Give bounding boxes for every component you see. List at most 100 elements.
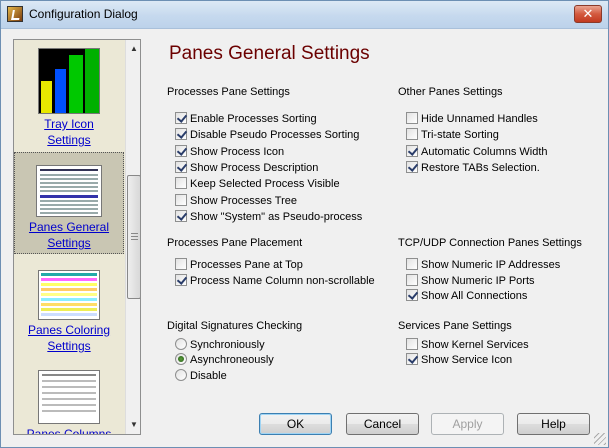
nav-item-label: Panes Coloring (27, 323, 111, 337)
tri-state-sorting-checkbox[interactable]: Tri-state Sorting (406, 128, 499, 143)
automatic-columns-width-checkbox[interactable]: Automatic Columns Width (406, 145, 548, 160)
checkbox-checked-icon[interactable] (406, 353, 418, 365)
nav-item-panes-coloring-settings[interactable]: Panes Coloring Settings (14, 270, 124, 354)
scrollbar-thumb[interactable] (127, 175, 140, 299)
option-label: Process Name Column non-scrollable (190, 275, 375, 287)
panes-coloring-preview-icon (38, 270, 100, 320)
nav-item-label: Settings (47, 236, 91, 250)
option-label: Tri-state Sorting (421, 129, 499, 141)
configuration-dialog-window: Configuration Dialog ✕ Tray Icon Setting… (0, 0, 609, 448)
settings-content: Panes General Settings Processes Pane Se… (151, 31, 606, 411)
panes-columns-preview-icon (38, 370, 100, 424)
close-button[interactable]: ✕ (574, 5, 602, 23)
synchroniously-radio[interactable]: Synchroniously (175, 338, 265, 353)
option-label: Show Processes Tree (190, 195, 297, 207)
option-label: Keep Selected Process Visible (190, 178, 340, 190)
scroll-up-arrow-icon[interactable]: ▲ (127, 41, 140, 57)
option-label: Restore TABs Selection. (421, 162, 540, 174)
checkbox-checked-icon[interactable] (406, 161, 418, 173)
option-label: Asynchroneously (190, 354, 274, 366)
checkbox-checked-icon[interactable] (175, 128, 187, 140)
option-label: Synchroniously (190, 339, 265, 351)
keep-selected-process-visible-checkbox[interactable]: Keep Selected Process Visible (175, 177, 340, 192)
services-pane-settings-title: Services Pane Settings (398, 320, 512, 332)
checkbox-unchecked-icon[interactable] (406, 258, 418, 270)
show-numeric-ip-ports-checkbox[interactable]: Show Numeric IP Ports (406, 274, 535, 289)
scroll-down-arrow-icon[interactable]: ▼ (127, 417, 140, 433)
resize-grip-icon[interactable] (594, 433, 606, 445)
radio-unselected-icon[interactable] (175, 369, 187, 381)
checkbox-unchecked-icon[interactable] (406, 338, 418, 350)
show-processes-tree-checkbox[interactable]: Show Processes Tree (175, 194, 297, 209)
nav-item-panes-columns-settings[interactable]: Panes Columns (14, 370, 124, 435)
nav-item-panes-general-settings[interactable]: Panes General Settings (14, 152, 124, 254)
option-label: Show "System" as Pseudo-process (190, 211, 363, 223)
asynchroneously-radio[interactable]: Asynchroneously (175, 353, 274, 368)
panes-general-preview-icon (36, 165, 102, 217)
close-icon: ✕ (582, 6, 594, 21)
title-bar[interactable]: Configuration Dialog ✕ (1, 1, 608, 29)
checkbox-checked-icon[interactable] (175, 145, 187, 157)
show-system-as-pseudo-process-checkbox[interactable]: Show "System" as Pseudo-process (175, 210, 362, 225)
checkbox-unchecked-icon[interactable] (175, 194, 187, 206)
help-button[interactable]: Help (517, 413, 590, 435)
show-numeric-ip-addresses-checkbox[interactable]: Show Numeric IP Addresses (406, 258, 560, 273)
checkbox-checked-icon[interactable] (175, 161, 187, 173)
option-label: Hide Unnamed Handles (421, 113, 538, 125)
nav-item-tray-icon-settings[interactable]: Tray Icon Settings (14, 48, 124, 148)
checkbox-unchecked-icon[interactable] (175, 258, 187, 270)
checkbox-unchecked-icon[interactable] (406, 128, 418, 140)
show-process-description-checkbox[interactable]: Show Process Description (175, 161, 318, 176)
radio-unselected-icon[interactable] (175, 338, 187, 350)
checkbox-checked-icon[interactable] (406, 145, 418, 157)
processes-pane-at-top-checkbox[interactable]: Processes Pane at Top (175, 258, 303, 273)
process-name-column-non-scrollable-checkbox[interactable]: Process Name Column non-scrollable (175, 274, 375, 289)
settings-nav-panel: Tray Icon Settings Panes General Setting… (13, 39, 141, 435)
nav-item-label: Settings (47, 339, 91, 353)
settings-nav-list: Tray Icon Settings Panes General Setting… (14, 40, 124, 435)
nav-item-label: Tray Icon (44, 117, 94, 131)
digital-signatures-checking-title: Digital Signatures Checking (167, 320, 303, 332)
checkbox-unchecked-icon[interactable] (406, 112, 418, 124)
show-service-icon-checkbox[interactable]: Show Service Icon (406, 353, 512, 368)
checkbox-checked-icon[interactable] (175, 210, 187, 222)
option-label: Show Kernel Services (421, 339, 529, 351)
option-label: Disable Pseudo Processes Sorting (190, 129, 360, 141)
ok-button[interactable]: OK (259, 413, 332, 435)
processes-pane-settings-title: Processes Pane Settings (167, 86, 290, 98)
apply-button: Apply (431, 413, 504, 435)
option-label: Enable Processes Sorting (190, 113, 317, 125)
option-label: Processes Pane at Top (190, 259, 303, 271)
hide-unnamed-handles-checkbox[interactable]: Hide Unnamed Handles (406, 112, 538, 127)
option-label: Automatic Columns Width (421, 146, 548, 158)
option-label: Show Numeric IP Ports (421, 275, 535, 287)
nav-item-label: Panes Columns (26, 427, 112, 435)
option-label: Disable (190, 370, 227, 382)
option-label: Show Process Description (190, 162, 319, 174)
enable-processes-sorting-checkbox[interactable]: Enable Processes Sorting (175, 112, 317, 127)
option-label: Show Numeric IP Addresses (421, 259, 561, 271)
nav-item-label: Settings (47, 133, 91, 147)
checkbox-checked-icon[interactable] (406, 289, 418, 301)
option-label: Show Process Icon (190, 146, 285, 158)
radio-selected-icon[interactable] (175, 353, 187, 365)
option-label: Show All Connections (421, 290, 528, 302)
tcp-udp-connection-panes-settings-title: TCP/UDP Connection Panes Settings (398, 237, 582, 249)
restore-tabs-selection-checkbox[interactable]: Restore TABs Selection. (406, 161, 540, 176)
app-logo-icon (7, 6, 23, 22)
nav-scrollbar[interactable]: ▲ ▼ (125, 40, 140, 434)
cancel-button[interactable]: Cancel (346, 413, 419, 435)
checkbox-unchecked-icon[interactable] (406, 274, 418, 286)
checkbox-checked-icon[interactable] (175, 112, 187, 124)
processes-pane-placement-title: Processes Pane Placement (167, 237, 303, 249)
tray-icon-preview-icon (38, 48, 100, 114)
checkbox-unchecked-icon[interactable] (175, 177, 187, 189)
disable-pseudo-processes-sorting-checkbox[interactable]: Disable Pseudo Processes Sorting (175, 128, 359, 143)
show-process-icon-checkbox[interactable]: Show Process Icon (175, 145, 284, 160)
other-panes-settings-title: Other Panes Settings (398, 86, 503, 98)
show-all-connections-checkbox[interactable]: Show All Connections (406, 289, 527, 304)
option-label: Show Service Icon (421, 354, 513, 366)
show-kernel-services-checkbox[interactable]: Show Kernel Services (406, 338, 529, 353)
checkbox-checked-icon[interactable] (175, 274, 187, 286)
disable-radio[interactable]: Disable (175, 369, 227, 384)
